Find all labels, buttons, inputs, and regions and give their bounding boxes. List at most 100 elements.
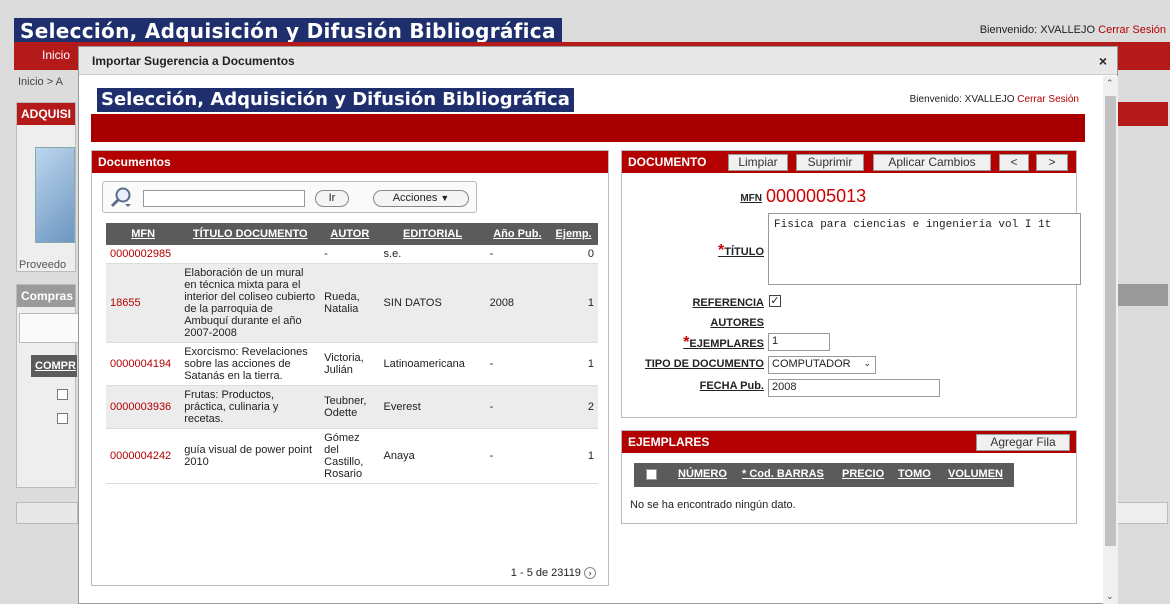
- documento-panel-title: DOCUMENTO: [628, 155, 707, 169]
- cell-autor: Rueda, Natalia: [320, 263, 380, 343]
- previous-button[interactable]: <: [999, 154, 1029, 171]
- tipo-documento-label: TIPO DE DOCUMENTO: [645, 358, 764, 370]
- titulo-label: *TÍTULO: [682, 242, 764, 260]
- ejemplares-column-header[interactable]: PRECIO: [842, 468, 884, 480]
- cell-anio: -: [485, 342, 550, 386]
- cell-titulo: Exorcismo: Revelaciones sobre las accion…: [180, 342, 321, 386]
- cell-autor: -: [320, 245, 380, 264]
- cell-mfn[interactable]: 0000004242: [106, 428, 181, 484]
- logout-link[interactable]: Cerrar Sesión: [1098, 24, 1166, 36]
- referencia-checkbox[interactable]: ✓: [769, 295, 781, 307]
- modal-title: Importar Sugerencia a Documentos: [79, 47, 1117, 75]
- select-all-checkbox[interactable]: [646, 469, 657, 480]
- pagination: 1 - 5 de 23119 ›: [511, 567, 596, 579]
- scroll-thumb[interactable]: [1105, 96, 1116, 546]
- go-button[interactable]: Ir: [315, 190, 349, 207]
- ejemplares-input[interactable]: 1: [768, 333, 830, 351]
- cell-anio: -: [485, 385, 550, 429]
- bg-footer-bar: [16, 502, 78, 524]
- inner-menu-bar: [91, 114, 1085, 142]
- fecha-pub-label: FECHA Pub.: [699, 380, 764, 392]
- documentos-panel-title: Documentos: [92, 151, 608, 173]
- cell-ejemp: 2: [549, 385, 598, 429]
- ejemplares-column-header[interactable]: NÚMERO: [678, 468, 727, 480]
- column-header[interactable]: Año Pub.: [485, 223, 550, 245]
- cell-ejemp: 1: [549, 263, 598, 343]
- next-button[interactable]: >: [1036, 154, 1068, 171]
- compras-search-box: [19, 313, 79, 343]
- next-page-icon[interactable]: ›: [584, 567, 596, 579]
- cell-ejemp: 1: [549, 342, 598, 386]
- column-header[interactable]: AUTOR: [320, 223, 380, 245]
- aplicar-cambios-button[interactable]: Aplicar Cambios: [873, 154, 991, 171]
- compras-panel: Compras COMPR: [16, 284, 79, 488]
- suprimir-button[interactable]: Suprimir: [796, 154, 864, 171]
- documento-panel: DOCUMENTO Limpiar Suprimir Aplicar Cambi…: [621, 150, 1081, 418]
- welcome-text: Bienvenido: XVALLEJO: [979, 24, 1096, 36]
- modal-content: Selección, Adquisición y Difusión Biblio…: [79, 76, 1103, 604]
- ejemplares-column-header[interactable]: VOLUMEN: [948, 468, 1003, 480]
- inner-logout-link[interactable]: Cerrar Sesión: [1017, 94, 1079, 105]
- agregar-fila-button[interactable]: Agregar Fila: [976, 434, 1070, 451]
- cell-ejemp: 0: [549, 245, 598, 264]
- limpiar-button[interactable]: Limpiar: [728, 154, 788, 171]
- cell-mfn[interactable]: 0000002985: [106, 245, 181, 264]
- chevron-down-icon: ⌄: [863, 358, 871, 368]
- column-header[interactable]: Ejemp.: [549, 223, 598, 245]
- menu-item-inicio[interactable]: Inicio: [42, 48, 70, 62]
- titulo-textarea[interactable]: Fisica para ciencias e ingeniería vol I …: [768, 213, 1081, 285]
- table-row[interactable]: 0000002985- s.e. -0: [106, 245, 598, 264]
- modal-scrollbar[interactable]: ⌃ ⌄: [1103, 76, 1118, 604]
- cell-ejemp: 1: [549, 428, 598, 484]
- scroll-down-icon[interactable]: ⌄: [1106, 591, 1114, 602]
- compras-row-checkbox[interactable]: [57, 413, 68, 424]
- titulo-label-text: TÍTULO: [724, 246, 764, 258]
- table-row[interactable]: 0000004194 Exorcismo: Revelaciones sobre …: [106, 342, 598, 386]
- documentos-search-input[interactable]: [143, 190, 305, 207]
- cell-editorial: SIN DATOS: [379, 263, 486, 343]
- column-header[interactable]: MFN: [106, 223, 181, 245]
- tipo-documento-value: COMPUTADOR: [772, 358, 851, 370]
- column-header[interactable]: TÍTULO DOCUMENTO: [180, 223, 321, 245]
- building-image: [35, 147, 75, 243]
- ejemplares-column-header[interactable]: TOMO: [898, 468, 931, 480]
- cell-mfn[interactable]: 0000003936: [106, 385, 181, 429]
- cell-anio: -: [485, 428, 550, 484]
- cell-titulo: Frutas: Productos, práctica, culinaria y…: [180, 385, 321, 429]
- ejemplares-panel: EJEMPLARES Agregar Fila NÚMERO * Cod. BAR…: [621, 430, 1077, 524]
- cell-mfn[interactable]: 18655: [106, 263, 181, 343]
- table-row[interactable]: 18655 Elaboración de un mural en técnica …: [106, 263, 598, 343]
- cell-mfn[interactable]: 0000004194: [106, 342, 181, 386]
- close-icon[interactable]: ×: [1099, 53, 1107, 69]
- app-title: Selección, Adquisición y Difusión Biblio…: [14, 18, 562, 44]
- ejemplares-label: *EJEMPLARES: [662, 334, 764, 352]
- ejemplares-column-header[interactable]: * Cod. BARRAS: [742, 468, 824, 480]
- cell-autor: Gómez del Castillo, Rosario: [320, 428, 380, 484]
- welcome-area: Bienvenido: XVALLEJO Cerrar Sesión: [980, 24, 1166, 36]
- column-header[interactable]: EDITORIAL: [379, 223, 486, 245]
- scroll-up-icon[interactable]: ⌃: [1106, 78, 1114, 89]
- compras-panel-title: Compras: [17, 285, 75, 307]
- table-row[interactable]: 0000003936 Frutas: Productos, práctica, c…: [106, 385, 598, 429]
- actions-button[interactable]: Acciones ▼: [373, 190, 469, 207]
- documento-panel-header: DOCUMENTO Limpiar Suprimir Aplicar Cambi…: [622, 151, 1076, 173]
- mfn-value: 0000005013: [766, 186, 867, 206]
- documentos-search-bar: Ir Acciones ▼: [102, 181, 477, 213]
- adquisicion-panel: ADQUISI Proveedo: [16, 102, 76, 272]
- cell-titulo: Elaboración de un mural en técnica mixta…: [180, 263, 321, 343]
- cell-editorial: Latinoamericana: [379, 342, 486, 386]
- compras-row-checkbox[interactable]: [57, 389, 68, 400]
- ejemplares-panel-title: EJEMPLARES: [628, 435, 710, 449]
- tipo-documento-select[interactable]: COMPUTADOR ⌄: [768, 356, 876, 374]
- fecha-pub-input[interactable]: 2008: [768, 379, 940, 397]
- cell-editorial: s.e.: [379, 245, 486, 264]
- cell-titulo: [180, 245, 321, 264]
- pagination-text: 1 - 5 de 23119: [510, 566, 581, 579]
- cell-anio: -: [485, 245, 550, 264]
- compras-column-header[interactable]: COMPR: [31, 355, 77, 377]
- cell-autor: Teubner, Odette: [320, 385, 380, 429]
- search-icon[interactable]: [109, 186, 133, 210]
- ejemplares-table-header: NÚMERO * Cod. BARRAS PRECIO TOMO VOLUMEN: [634, 463, 1014, 487]
- chevron-down-icon: ▼: [440, 193, 450, 203]
- table-row[interactable]: 0000004242 guía visual de power point 201…: [106, 428, 598, 484]
